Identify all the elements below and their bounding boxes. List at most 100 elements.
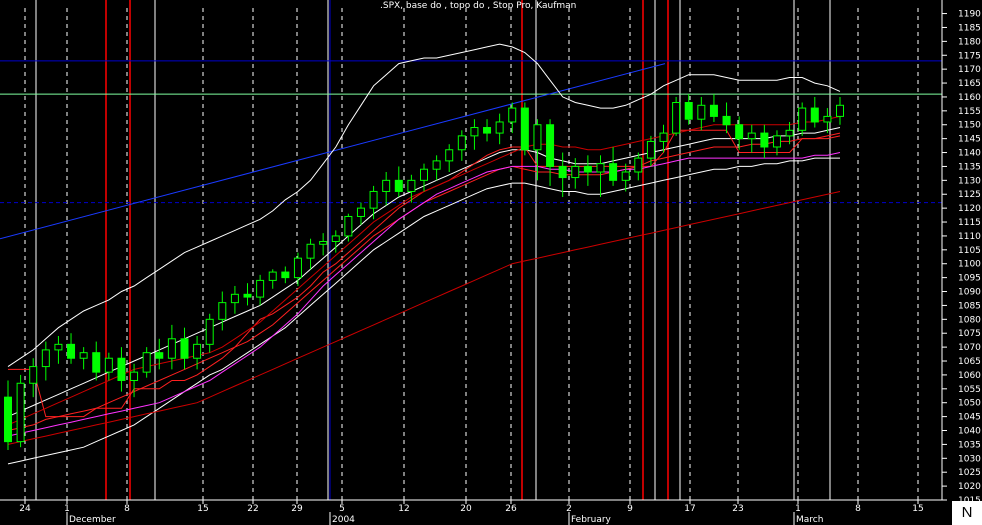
y-tick-label: 1165 [958,79,981,89]
candle-body [319,240,328,245]
candle-body [331,235,340,242]
y-tick-label: 1170 [958,65,981,75]
candle-body [394,179,403,192]
candle-body [130,371,139,381]
y-tick-label: 1130 [958,176,981,186]
y-tick-label: 1065 [958,357,981,367]
candle-body [420,168,428,181]
candle-body [558,165,567,179]
x-day-label: 20 [460,504,472,514]
candle-body [533,124,542,151]
candle-body [735,124,744,140]
vertical-guides [24,0,919,500]
price-chart: 1015102010251030103510401045105010551060… [0,0,982,525]
y-tick-label: 1140 [958,149,981,159]
y-tick-label: 1090 [958,288,981,298]
chart-title: .SPX, base do , topo do , Stop Pro, Kauf… [380,1,577,11]
y-tick-label: 1030 [958,454,981,464]
candle-body [621,171,630,181]
x-day-label: 17 [684,504,695,514]
x-day-label: 24 [19,504,31,514]
candle-body [155,352,164,359]
corner-label: N [952,501,982,525]
y-tick-label: 1110 [958,232,981,242]
candle-body [546,124,555,167]
candle-body [571,165,580,179]
candle-body [609,163,618,181]
candle-body [67,343,76,359]
candle-body [256,279,265,298]
y-tick-label: 1135 [958,162,981,172]
y-tick-label: 1020 [958,482,981,492]
candle-body [205,318,214,345]
candle-body [672,102,681,134]
candle-body [268,271,277,281]
candle-body [823,115,832,123]
candle-body [16,382,25,443]
y-tick-label: 1175 [958,51,981,61]
y-tick-label: 1115 [958,218,981,228]
x-day-label: 12 [398,504,409,514]
y-tick-label: 1070 [958,343,981,353]
x-day-label: 8 [124,504,130,514]
candle-body [457,135,466,151]
candle-body [634,157,643,173]
x-day-label: 9 [627,504,633,514]
candle-body [293,257,302,279]
x-day-label: 15 [912,504,923,514]
y-tick-label: 1105 [958,246,981,256]
x-day-label: 5 [339,504,345,514]
y-tick-label: 1180 [958,37,981,47]
x-day-label: 26 [505,504,517,514]
candle-body [722,115,731,126]
candle-body [747,132,756,140]
y-tick-label: 1035 [958,440,981,450]
candle-body [596,163,605,173]
x-axis: 24 1 8 15 22 29 5 12 20 26 2 9 17 23 1 8 15December 2004 F… [0,499,942,525]
x-day-label: 23 [732,504,743,514]
candle-body [470,127,479,137]
candle-body [281,271,290,279]
candle-body [382,179,391,192]
y-axis: 1015102010251030103510401045105010551060… [941,0,982,506]
candle-body [41,349,50,368]
y-tick-label: 1085 [958,301,981,311]
candle-body [836,104,844,117]
overlay-upper-band [7,43,841,368]
candle-body [659,132,668,142]
candle-body [810,107,819,123]
y-tick-label: 1100 [958,260,981,270]
y-tick-label: 1155 [958,107,981,117]
y-tick-label: 1050 [958,399,981,409]
candle-body [117,357,126,381]
candle-body [646,140,655,159]
x-month-label: February [571,515,612,525]
x-month-label: 2004 [332,515,355,525]
x-day-label: 22 [247,504,258,514]
candle-body [243,293,252,298]
candle-body [193,343,202,359]
candle-body [760,132,769,148]
candle-body [583,165,592,173]
candle-body [54,343,63,351]
x-month-label: December [69,515,116,525]
y-tick-label: 1025 [958,468,981,478]
candle-body [407,179,416,192]
candle-body [709,104,718,117]
candle-body [772,135,781,148]
y-tick-label: 1120 [958,204,981,214]
candle-body [369,190,378,209]
candle-body [29,366,38,384]
y-tick-label: 1160 [958,93,981,103]
overlay-long-ma [7,191,841,445]
candle-body [520,107,529,151]
y-tick-label: 1190 [958,10,981,20]
y-tick-label: 1055 [958,385,981,395]
x-month-label: March [796,515,823,525]
candle-body [684,102,693,120]
y-tick-label: 1045 [958,413,981,423]
y-tick-label: 1150 [958,121,981,131]
candle-body [218,302,227,320]
candle-body [356,207,365,217]
candle-body [432,160,441,170]
